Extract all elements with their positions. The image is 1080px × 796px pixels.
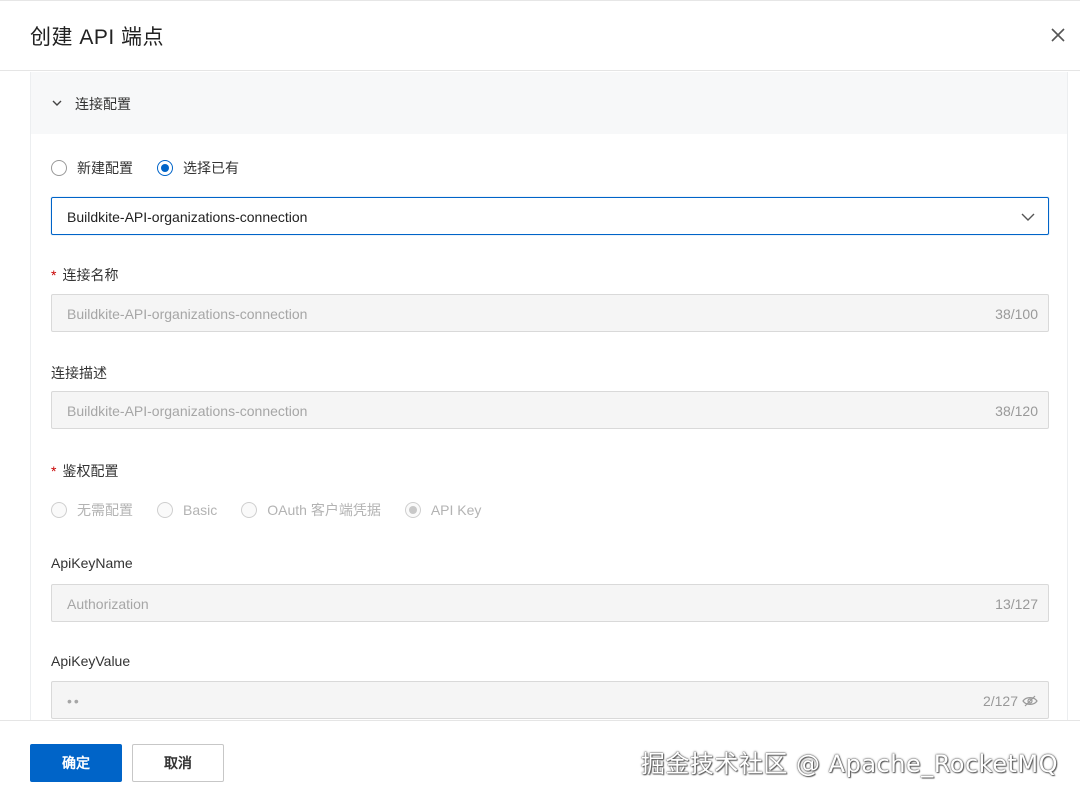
select-value: Buildkite-API-organizations-connection [67, 209, 308, 225]
config-mode-radio-group: 新建配置 选择已有 [51, 158, 263, 178]
radio-circle[interactable] [51, 160, 67, 176]
api-key-value-input[interactable]: •• 2/127 [51, 681, 1049, 719]
api-key-value-counter: 2/127 [982, 693, 1018, 709]
connection-name-label: * 连接名称 [51, 265, 118, 285]
section-title: 连接配置 [75, 96, 131, 112]
cancel-button[interactable]: 取消 [132, 744, 224, 782]
radio-new-config[interactable]: 新建配置 [51, 158, 133, 178]
connection-description-value: Buildkite-API-organizations-connection [67, 403, 308, 419]
radio-auth-basic[interactable]: Basic [157, 502, 217, 518]
auth-config-label-text: 鉴权配置 [62, 463, 119, 479]
dialog-body: 连接配置 新建配置 选择已有 Buildkite-API-organizatio… [0, 72, 1080, 720]
radio-circle[interactable] [157, 502, 173, 518]
radio-auth-oauth[interactable]: OAuth 客户端凭据 [241, 500, 381, 520]
radio-label: 新建配置 [77, 160, 133, 176]
radio-select-existing[interactable]: 选择已有 [157, 158, 239, 178]
connection-name-value: Buildkite-API-organizations-connection [67, 306, 308, 322]
dialog-title: 创建 API 端点 [30, 26, 165, 49]
required-mark: * [51, 463, 57, 479]
create-api-endpoint-dialog: 创建 API 端点 连接配置 新建配置 选择已有 Buildkite-API-o… [0, 0, 1080, 796]
radio-label: API Key [430, 502, 482, 518]
radio-label: 无需配置 [77, 502, 133, 518]
connection-name-counter: 38/100 [995, 306, 1038, 322]
section-header[interactable]: 连接配置 [31, 72, 1067, 134]
eye-off-icon[interactable] [1022, 694, 1038, 708]
watermark: 掘金技术社区 @ Apache_RocketMQ [640, 750, 1058, 778]
radio-label: Basic [183, 502, 218, 518]
radio-circle[interactable] [241, 502, 258, 518]
connection-name-input[interactable]: Buildkite-API-organizations-connection 3… [51, 294, 1049, 332]
api-key-name-value: Authorization [67, 596, 149, 612]
dialog-footer: 确定 取消 掘金技术社区 @ Apache_RocketMQ [0, 720, 1080, 796]
connection-name-label-text: 连接名称 [62, 267, 119, 283]
confirm-button[interactable]: 确定 [30, 744, 122, 782]
api-key-name-counter: 13/127 [995, 596, 1038, 612]
radio-auth-api-key[interactable]: API Key [404, 502, 482, 518]
connection-config-section: 连接配置 新建配置 选择已有 Buildkite-API-organizatio… [30, 72, 1068, 720]
api-key-name-label: ApiKeyName [51, 555, 133, 571]
chevron-down-icon [51, 96, 63, 108]
api-key-value-label: ApiKeyValue [51, 653, 131, 669]
api-key-name-input[interactable]: Authorization 13/127 [51, 584, 1049, 622]
select-arrow-icon[interactable] [1020, 209, 1036, 225]
radio-label: 选择已有 [183, 160, 239, 176]
connection-description-input[interactable]: Buildkite-API-organizations-connection 3… [51, 391, 1049, 429]
radio-circle[interactable] [157, 160, 173, 176]
radio-circle[interactable] [51, 502, 67, 518]
radio-circle[interactable] [404, 502, 421, 518]
required-mark: * [51, 267, 57, 283]
api-key-value-masked: •• [67, 693, 81, 709]
auth-type-radio-group: 无需配置 Basic OAuth 客户端凭据 API Key [51, 500, 505, 520]
connection-select[interactable]: Buildkite-API-organizations-connection [51, 197, 1049, 235]
auth-config-label: * 鉴权配置 [51, 461, 118, 481]
radio-label: OAuth 客户端凭据 [267, 502, 381, 518]
dialog-header: 创建 API 端点 [0, 1, 1080, 71]
close-icon[interactable] [1046, 23, 1070, 47]
connection-description-label: 连接描述 [51, 365, 107, 381]
radio-auth-none[interactable]: 无需配置 [51, 500, 133, 520]
connection-description-counter: 38/120 [995, 403, 1038, 419]
